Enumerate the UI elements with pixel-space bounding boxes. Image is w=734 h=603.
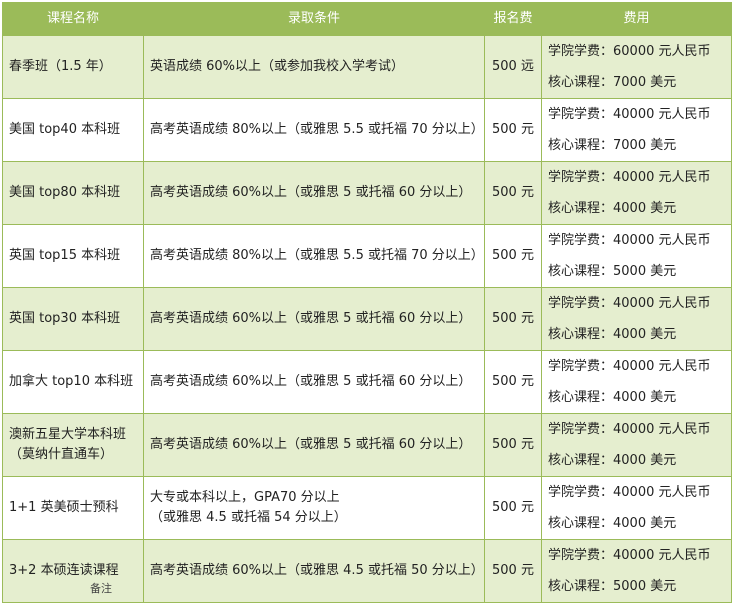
course-name-cell: 1+1 英美硕士预科 [2,476,144,540]
admission-condition-cell: 高考英语成绩 80%以上（或雅思 5.5 或托福 70 分以上） [143,98,485,162]
core-course-fee: 核心课程：4000 美元 [548,453,677,468]
core-course-fee: 核心课程：5000 美元 [548,264,677,279]
header-admission-condition: 录取条件 [143,2,485,36]
table-row: 澳新五星大学本科班 （莫纳什直通车） 高考英语成绩 60%以上（或雅思 5 或托福 … [2,413,732,477]
course-name-cell: 澳新五星大学本科班 （莫纳什直通车） [2,413,144,477]
costs-cell: 学院学费：40000 元人民币 核心课程：4000 美元 [541,413,732,477]
course-name-cell: 3+2 本硕连读课程 [2,539,144,603]
course-table: 课程名称 录取条件 报名费 费用 春季班（1.5 年） 英语成绩 60%以上（或参… [2,2,732,603]
admission-condition-cell: 英语成绩 60%以上（或参加我校入学考试） [143,35,485,99]
table-row: 美国 top40 本科班 高考英语成绩 80%以上（或雅思 5.5 或托福 70 … [2,98,732,162]
core-course-fee: 核心课程：5000 美元 [548,579,677,594]
course-name: 英国 top15 本科班 [9,248,121,263]
core-course-fee: 核心课程：4000 美元 [548,201,677,216]
costs-cell: 学院学费：40000 元人民币 核心课程：7000 美元 [541,98,732,162]
admission-condition: 英语成绩 60%以上（或参加我校入学考试） [150,59,405,74]
course-name: 加拿大 top10 本科班 [9,374,134,389]
course-name: 1+1 英美硕士预科 [9,500,119,515]
course-name-cell: 美国 top80 本科班 [2,161,144,225]
tuition-fee: 学院学费：40000 元人民币 [548,233,711,248]
table-row: 1+1 英美硕士预科 大专或本科以上，GPA70 分以上 （或雅思 4.5 或托福 … [2,476,732,540]
admission-condition: 大专或本科以上，GPA70 分以上 [150,490,340,505]
core-course-fee: 核心课程：4000 美元 [548,390,677,405]
admission-condition-cell: 高考英语成绩 60%以上（或雅思 5 或托福 60 分以上） [143,350,485,414]
course-name-cell: 美国 top40 本科班 [2,98,144,162]
tuition-fee: 学院学费：40000 元人民币 [548,548,711,563]
course-name: 3+2 本硕连读课程 [9,563,119,578]
admission-condition-cell: 高考英语成绩 60%以上（或雅思 5 或托福 60 分以上） [143,413,485,477]
admission-condition: 高考英语成绩 60%以上（或雅思 5 或托福 60 分以上） [150,374,472,389]
table-row: 加拿大 top10 本科班 高考英语成绩 60%以上（或雅思 5 或托福 60 分… [2,350,732,414]
header-costs: 费用 [541,2,732,36]
core-course-fee: 核心课程：7000 美元 [548,138,677,153]
tuition-fee: 学院学费：40000 元人民币 [548,359,711,374]
header-row: 课程名称 录取条件 报名费 费用 [2,2,732,36]
costs-cell: 学院学费：60000 元人民币 核心课程：7000 美元 [541,35,732,99]
registration-fee: 500 元 [484,476,542,540]
admission-condition: （或雅思 4.5 或托福 54 分以上） [150,510,347,525]
table-row: 春季班（1.5 年） 英语成绩 60%以上（或参加我校入学考试） 500 远学院学费… [2,35,732,99]
tuition-fee: 学院学费：40000 元人民币 [548,422,711,437]
core-course-fee: 核心课程：4000 美元 [548,327,677,342]
costs-cell: 学院学费：40000 元人民币 核心课程：4000 美元 [541,476,732,540]
costs-cell: 学院学费：40000 元人民币 核心课程：4000 美元 [541,350,732,414]
admission-condition-cell: 高考英语成绩 80%以上（或雅思 5.5 或托福 70 分以上） [143,224,485,288]
course-name: 澳新五星大学本科班 [9,427,127,442]
registration-fee: 500 元 [484,539,542,603]
admission-condition: 高考英语成绩 60%以上（或雅思 4.5 或托福 50 分以上） [150,563,484,578]
costs-cell: 学院学费：40000 元人民币 核心课程：4000 美元 [541,287,732,351]
header-registration-fee: 报名费 [484,2,542,36]
admission-condition: 高考英语成绩 80%以上（或雅思 5.5 或托福 70 分以上） [150,122,484,137]
core-course-fee: 核心课程：7000 美元 [548,75,677,90]
admission-condition-cell: 高考英语成绩 60%以上（或雅思 5 或托福 60 分以上） [143,287,485,351]
admission-condition-cell: 高考英语成绩 60%以上（或雅思 5 或托福 60 分以上） [143,161,485,225]
course-name-cell: 加拿大 top10 本科班 [2,350,144,414]
course-name-cell: 英国 top15 本科班 [2,224,144,288]
registration-fee: 500 元 [484,224,542,288]
admission-condition-cell: 大专或本科以上，GPA70 分以上 （或雅思 4.5 或托福 54 分以上） [143,476,485,540]
course-name: 美国 top40 本科班 [9,122,121,137]
registration-fee: 500 元 [484,161,542,225]
registration-fee: 500 元 [484,98,542,162]
course-name: （莫纳什直通车） [9,447,114,462]
admission-condition-cell: 高考英语成绩 60%以上（或雅思 4.5 或托福 50 分以上） [143,539,485,603]
costs-cell: 学院学费：40000 元人民币 核心课程：5000 美元 [541,224,732,288]
registration-fee: 500 元 [484,413,542,477]
course-name: 英国 top30 本科班 [9,311,121,326]
costs-cell: 学院学费：40000 元人民币 核心课程：5000 美元 [541,539,732,603]
admission-condition: 高考英语成绩 60%以上（或雅思 5 或托福 60 分以上） [150,311,472,326]
table-row: 英国 top30 本科班 高考英语成绩 60%以上（或雅思 5 或托福 60 分以… [2,287,732,351]
admission-condition: 高考英语成绩 60%以上（或雅思 5 或托福 60 分以上） [150,437,472,452]
tuition-fee: 学院学费：40000 元人民币 [548,485,711,500]
tuition-fee: 学院学费：40000 元人民币 [548,107,711,122]
table-row: 英国 top15 本科班 高考英语成绩 80%以上（或雅思 5.5 或托福 70 … [2,224,732,288]
footer-note: 备注 [90,582,112,595]
core-course-fee: 核心课程：4000 美元 [548,516,677,531]
course-name-cell: 春季班（1.5 年） [2,35,144,99]
tuition-fee: 学院学费：40000 元人民币 [548,296,711,311]
course-name: 美国 top80 本科班 [9,185,121,200]
course-name-cell: 英国 top30 本科班 [2,287,144,351]
admission-condition: 高考英语成绩 80%以上（或雅思 5.5 或托福 70 分以上） [150,248,484,263]
costs-cell: 学院学费：40000 元人民币 核心课程：4000 美元 [541,161,732,225]
table-row: 美国 top80 本科班 高考英语成绩 60%以上（或雅思 5 或托福 60 分以… [2,161,732,225]
registration-fee: 500 元 [484,350,542,414]
tuition-fee: 学院学费：60000 元人民币 [548,44,711,59]
course-name: 春季班（1.5 年） [9,59,112,74]
header-course-name: 课程名称 [2,2,144,36]
tuition-fee: 学院学费：40000 元人民币 [548,170,711,185]
admission-condition: 高考英语成绩 60%以上（或雅思 5 或托福 60 分以上） [150,185,472,200]
registration-fee: 500 元 [484,287,542,351]
registration-fee: 500 远 [484,35,542,99]
